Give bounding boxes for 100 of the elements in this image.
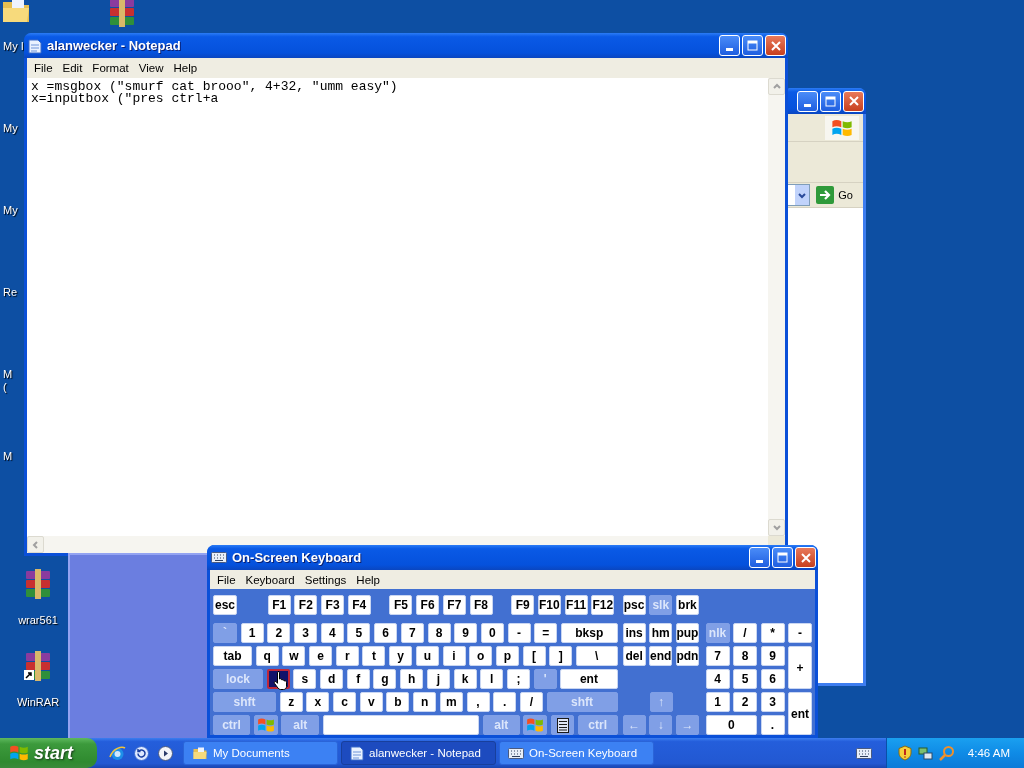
key[interactable]: 5	[347, 623, 371, 643]
key[interactable]: tab	[213, 646, 252, 666]
key[interactable]: k	[453, 669, 477, 689]
menu-item[interactable]: File	[30, 62, 59, 74]
menu-item[interactable]: Format	[88, 62, 135, 74]
key[interactable]: f	[346, 669, 370, 689]
key[interactable]: 9	[454, 623, 478, 643]
key[interactable]: F5	[389, 595, 413, 615]
address-field[interactable]	[787, 184, 811, 206]
key[interactable]: 3	[294, 623, 318, 643]
key[interactable]: 6	[374, 623, 398, 643]
go-button[interactable]: Go	[814, 185, 859, 205]
logo-key[interactable]	[253, 715, 278, 735]
key[interactable]: psc	[622, 595, 646, 615]
key[interactable]: 9	[760, 646, 785, 666]
key[interactable]: b	[386, 692, 410, 712]
key[interactable]: m	[439, 692, 463, 712]
key[interactable]: 1	[240, 623, 264, 643]
key[interactable]: hm	[649, 623, 673, 643]
key[interactable]: 7	[705, 646, 730, 666]
key[interactable]: j	[426, 669, 450, 689]
menu-item[interactable]: Settings	[300, 573, 353, 586]
menu-item[interactable]: Help	[352, 573, 386, 586]
key[interactable]: bksp	[560, 623, 618, 643]
key[interactable]: 2	[733, 692, 757, 712]
key[interactable]: ent	[560, 669, 618, 689]
swirl-icon[interactable]	[109, 744, 126, 762]
taskbar-button[interactable]: My Documents	[183, 741, 338, 765]
key[interactable]: l	[480, 669, 504, 689]
key[interactable]: ,	[466, 692, 490, 712]
key[interactable]: 6	[760, 669, 785, 689]
key[interactable]: s	[293, 669, 317, 689]
key[interactable]: g	[373, 669, 397, 689]
key[interactable]: \	[575, 646, 618, 666]
close-button[interactable]	[843, 90, 864, 112]
minimize-button[interactable]	[749, 547, 770, 568]
keyboard-icon[interactable]	[855, 747, 872, 759]
key[interactable]: esc	[213, 595, 237, 615]
key[interactable]: [	[522, 646, 546, 666]
key[interactable]: -	[507, 623, 531, 643]
key[interactable]: o	[469, 646, 493, 666]
key[interactable]: F2	[294, 595, 318, 615]
start-button[interactable]: start	[0, 738, 97, 768]
menu-item[interactable]: File	[213, 573, 242, 586]
key[interactable]: 4	[320, 623, 344, 643]
close-button[interactable]	[795, 547, 816, 568]
key[interactable]: u	[415, 646, 439, 666]
key[interactable]: q	[255, 646, 279, 666]
key[interactable]: z	[279, 692, 303, 712]
key[interactable]: ]	[549, 646, 573, 666]
key[interactable]: F4	[347, 595, 371, 615]
key[interactable]: F8	[469, 595, 493, 615]
key[interactable]: =	[534, 623, 558, 643]
close-button[interactable]	[765, 35, 786, 56]
key[interactable]: 7	[400, 623, 424, 643]
key[interactable]: ;	[506, 669, 530, 689]
play-icon[interactable]	[157, 744, 174, 762]
key[interactable]: 0	[705, 715, 757, 735]
menu-item[interactable]: Help	[169, 62, 204, 74]
key[interactable]: pdn	[675, 646, 699, 666]
taskbar-button[interactable]: On-Screen Keyboard	[499, 741, 654, 765]
menu-item[interactable]: Edit	[58, 62, 89, 74]
key[interactable]: r	[335, 646, 359, 666]
key[interactable]: .	[760, 715, 785, 735]
key[interactable]: 4	[705, 669, 730, 689]
key[interactable]: x	[306, 692, 330, 712]
key[interactable]: y	[389, 646, 413, 666]
key[interactable]: ent	[788, 692, 812, 735]
key[interactable]: /	[519, 692, 543, 712]
key[interactable]: c	[333, 692, 357, 712]
key[interactable]: 1	[705, 692, 730, 712]
key[interactable]: 0	[480, 623, 504, 643]
key[interactable]: 8	[733, 646, 757, 666]
menu-item[interactable]: Keyboard	[241, 573, 301, 586]
key[interactable]: p	[495, 646, 519, 666]
key[interactable]: i	[442, 646, 466, 666]
key[interactable]: .	[493, 692, 517, 712]
dropdown-button[interactable]	[795, 185, 810, 205]
key[interactable]: F7	[442, 595, 466, 615]
maximize-button[interactable]	[772, 547, 793, 568]
menu-item[interactable]: View	[134, 62, 170, 74]
key[interactable]: F3	[321, 595, 345, 615]
key[interactable]: ins	[622, 623, 646, 643]
key[interactable]: v	[359, 692, 383, 712]
key[interactable]: 8	[427, 623, 451, 643]
key[interactable]: +	[788, 646, 812, 689]
key[interactable]: pup	[675, 623, 699, 643]
key[interactable]: e	[309, 646, 333, 666]
maximize-button[interactable]	[820, 90, 841, 112]
key[interactable]: d	[320, 669, 344, 689]
key[interactable]: del	[622, 646, 646, 666]
key[interactable]: F1	[267, 595, 291, 615]
taskbar-button[interactable]: alanwecker - Notepad	[341, 741, 496, 765]
key[interactable]: 5	[733, 669, 757, 689]
network-icon[interactable]	[917, 745, 934, 761]
key[interactable]: h	[400, 669, 424, 689]
key[interactable]: F11	[564, 595, 588, 615]
key[interactable]: F9	[511, 595, 535, 615]
key[interactable]: n	[413, 692, 437, 712]
shield-icon[interactable]	[896, 745, 913, 761]
